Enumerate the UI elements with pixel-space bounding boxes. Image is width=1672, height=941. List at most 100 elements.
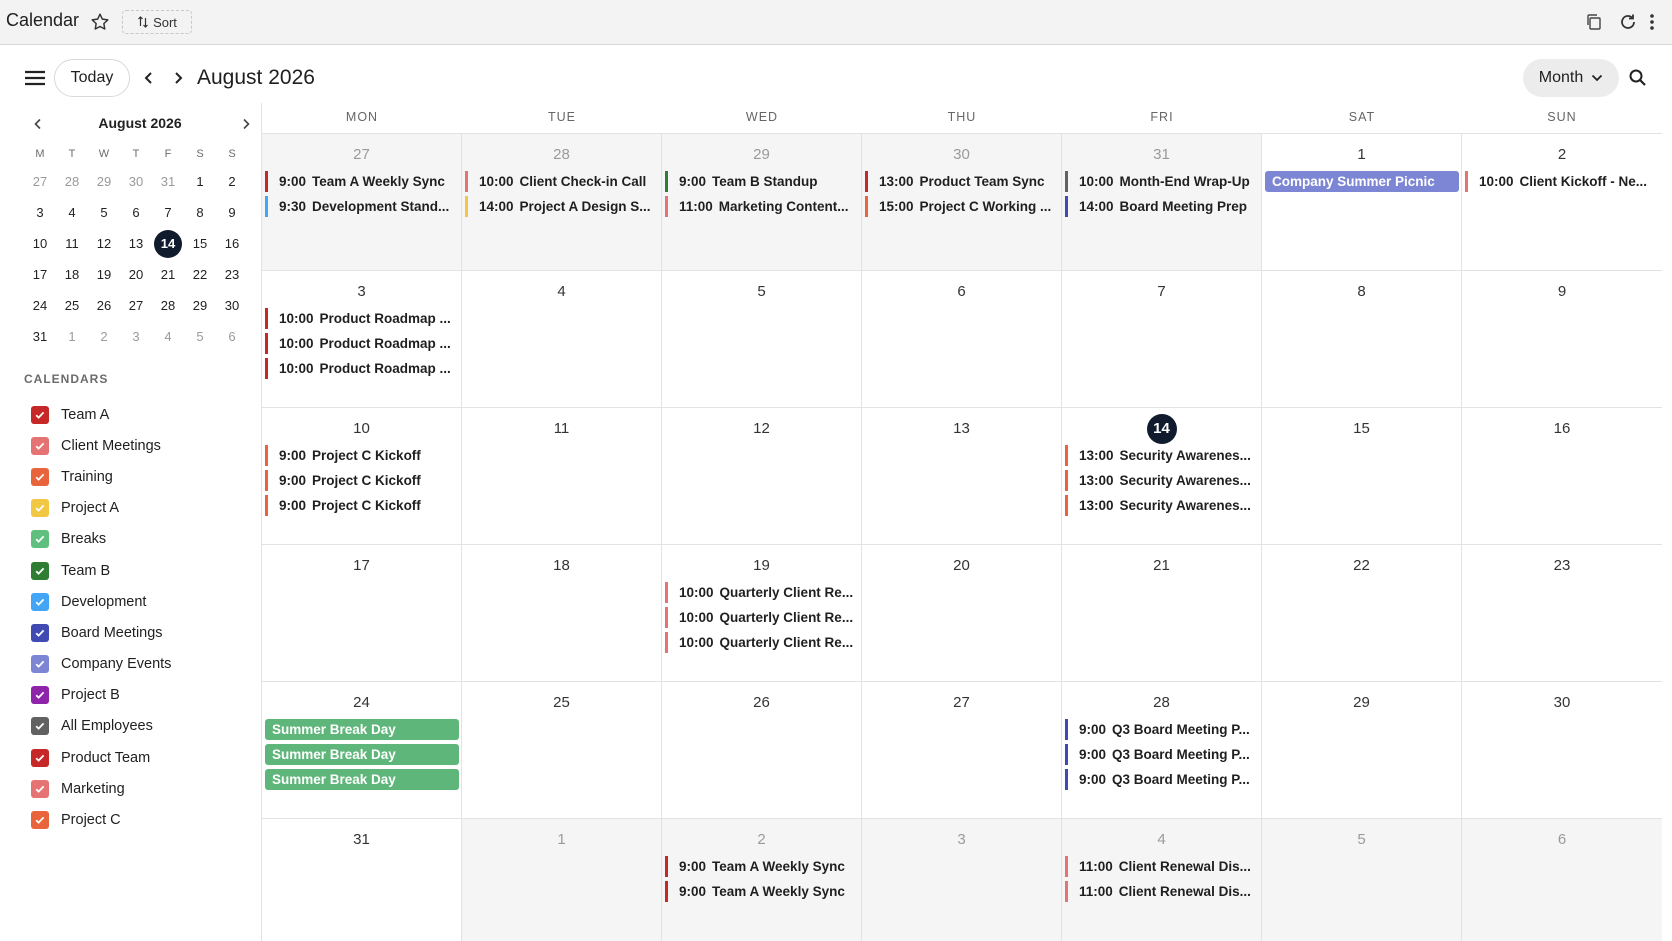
mini-day[interactable]: 2	[216, 166, 248, 197]
day-cell[interactable]: 31	[262, 819, 462, 941]
mini-day[interactable]: 25	[56, 290, 88, 321]
timed-event[interactable]: 9:00 Project C Kickoff	[265, 445, 459, 466]
mini-day[interactable]: 24	[24, 290, 56, 321]
timed-event[interactable]: 11:00 Marketing Content...	[665, 196, 859, 217]
search-icon[interactable]	[1626, 66, 1650, 90]
mini-day[interactable]: 19	[88, 259, 120, 290]
checkbox-checked-icon[interactable]	[31, 748, 49, 767]
timed-event[interactable]: 9:00 Project C Kickoff	[265, 495, 459, 516]
next-month-icon[interactable]	[167, 66, 189, 90]
mini-day[interactable]: 31	[24, 321, 56, 352]
day-cell[interactable]: 31 10:00 Month-End Wrap-Up 14:00 Board Meeti…	[1062, 134, 1262, 270]
checkbox-checked-icon[interactable]	[31, 655, 49, 674]
day-cell[interactable]: 24 Summer Break Day Summer Break Day Summer…	[262, 682, 462, 818]
timed-event[interactable]: 15:00 Project C Working ...	[865, 196, 1059, 217]
mini-day[interactable]: 30	[120, 166, 152, 197]
day-cell[interactable]: 28 10:00 Client Check-in Call 14:00 Project …	[462, 134, 662, 270]
timed-event[interactable]: 9:00 Team B Standup	[665, 171, 859, 192]
timed-event[interactable]: 13:00 Security Awarenes...	[1065, 445, 1259, 466]
all-day-event[interactable]: Summer Break Day	[265, 744, 459, 765]
timed-event[interactable]: 10:00 Product Roadmap ...	[265, 333, 459, 354]
mini-day[interactable]: 10	[24, 228, 56, 259]
day-cell[interactable]: 22	[1262, 545, 1462, 681]
mini-day[interactable]: 22	[184, 259, 216, 290]
day-cell[interactable]: 29 9:00 Team B Standup 11:00 Marketing Conte…	[662, 134, 862, 270]
mini-day[interactable]: 20	[120, 259, 152, 290]
timed-event[interactable]: 11:00 Client Renewal Dis...	[1065, 856, 1259, 877]
calendar-item-training[interactable]: Training	[31, 461, 241, 492]
checkbox-checked-icon[interactable]	[31, 623, 49, 642]
timed-event[interactable]: 9:00 Team A Weekly Sync	[665, 881, 859, 902]
mini-day[interactable]: 26	[88, 290, 120, 321]
more-vert-icon[interactable]	[1645, 11, 1659, 33]
calendar-item-project-c[interactable]: Project C	[31, 804, 241, 835]
mini-day[interactable]: 5	[184, 321, 216, 352]
mini-day[interactable]: 29	[88, 166, 120, 197]
day-cell[interactable]: 27	[862, 682, 1062, 818]
mini-day-today[interactable]: 14	[152, 228, 184, 259]
calendar-item-product-team[interactable]: Product Team	[31, 742, 241, 773]
mini-day[interactable]: 4	[56, 197, 88, 228]
timed-event[interactable]: 11:00 Client Renewal Dis...	[1065, 881, 1259, 902]
calendar-item-marketing[interactable]: Marketing	[31, 773, 241, 804]
day-cell[interactable]: 12	[662, 408, 862, 544]
mini-day[interactable]: 11	[56, 228, 88, 259]
timed-event[interactable]: 10:00 Product Roadmap ...	[265, 358, 459, 379]
day-cell[interactable]: 30	[1462, 682, 1662, 818]
day-cell[interactable]: 5	[1262, 819, 1462, 941]
star-icon[interactable]	[89, 11, 111, 33]
day-cell[interactable]: 1	[462, 819, 662, 941]
day-cell[interactable]: 27 9:00 Team A Weekly Sync 9:30 Development …	[262, 134, 462, 270]
menu-icon[interactable]	[22, 67, 48, 89]
mini-day[interactable]: 6	[120, 197, 152, 228]
all-day-event[interactable]: Summer Break Day	[265, 719, 459, 740]
calendar-item-team-b[interactable]: Team B	[31, 555, 241, 586]
mini-day[interactable]: 27	[120, 290, 152, 321]
mini-day[interactable]: 21	[152, 259, 184, 290]
calendar-item-board-meetings[interactable]: Board Meetings	[31, 617, 241, 648]
timed-event[interactable]: 9:00 Q3 Board Meeting P...	[1065, 769, 1259, 790]
mini-day[interactable]: 27	[24, 166, 56, 197]
mini-day[interactable]: 8	[184, 197, 216, 228]
mini-day[interactable]: 3	[120, 321, 152, 352]
day-cell[interactable]: 19 10:00 Quarterly Client Re... 10:00 Quarte…	[662, 545, 862, 681]
view-select[interactable]: Month	[1523, 59, 1619, 97]
timed-event[interactable]: 10:00 Month-End Wrap-Up	[1065, 171, 1259, 192]
calendar-item-development[interactable]: Development	[31, 586, 241, 617]
checkbox-checked-icon[interactable]	[31, 779, 49, 798]
mini-day[interactable]: 7	[152, 197, 184, 228]
timed-event[interactable]: 10:00 Quarterly Client Re...	[665, 582, 859, 603]
timed-event[interactable]: 14:00 Project A Design S...	[465, 196, 659, 217]
checkbox-checked-icon[interactable]	[31, 436, 49, 455]
calendar-item-project-a[interactable]: Project A	[31, 493, 241, 524]
refresh-icon[interactable]	[1617, 11, 1639, 33]
timed-event[interactable]: 10:00 Client Kickoff - Ne...	[1465, 171, 1660, 192]
timed-event[interactable]: 9:00 Team A Weekly Sync	[265, 171, 459, 192]
checkbox-checked-icon[interactable]	[31, 686, 49, 705]
mini-next-icon[interactable]	[236, 112, 256, 136]
checkbox-checked-icon[interactable]	[31, 811, 49, 830]
timed-event[interactable]: 10:00 Quarterly Client Re...	[665, 632, 859, 653]
day-cell[interactable]: 15	[1262, 408, 1462, 544]
day-cell[interactable]: 18	[462, 545, 662, 681]
day-cell[interactable]: 1 Company Summer Picnic	[1262, 134, 1462, 270]
day-cell[interactable]: 2 9:00 Team A Weekly Sync 9:00 Team A Weekly…	[662, 819, 862, 941]
copy-icon[interactable]	[1583, 11, 1605, 33]
mini-day[interactable]: 9	[216, 197, 248, 228]
prev-month-icon[interactable]	[138, 66, 160, 90]
timed-event[interactable]: 9:00 Q3 Board Meeting P...	[1065, 719, 1259, 740]
day-cell[interactable]: 16	[1462, 408, 1662, 544]
timed-event[interactable]: 9:00 Project C Kickoff	[265, 470, 459, 491]
day-cell[interactable]: 3	[862, 819, 1062, 941]
timed-event[interactable]: 9:00 Q3 Board Meeting P...	[1065, 744, 1259, 765]
calendar-item-company-events[interactable]: Company Events	[31, 649, 241, 680]
calendar-item-client-meetings[interactable]: Client Meetings	[31, 430, 241, 461]
day-cell[interactable]: 11	[462, 408, 662, 544]
timed-event[interactable]: 13:00 Product Team Sync	[865, 171, 1059, 192]
mini-day[interactable]: 1	[184, 166, 216, 197]
calendar-item-all-employees[interactable]: All Employees	[31, 711, 241, 742]
day-cell[interactable]: 21	[1062, 545, 1262, 681]
checkbox-checked-icon[interactable]	[31, 405, 49, 424]
day-cell[interactable]: 6	[1462, 819, 1662, 941]
sort-button[interactable]: Sort	[122, 10, 192, 34]
